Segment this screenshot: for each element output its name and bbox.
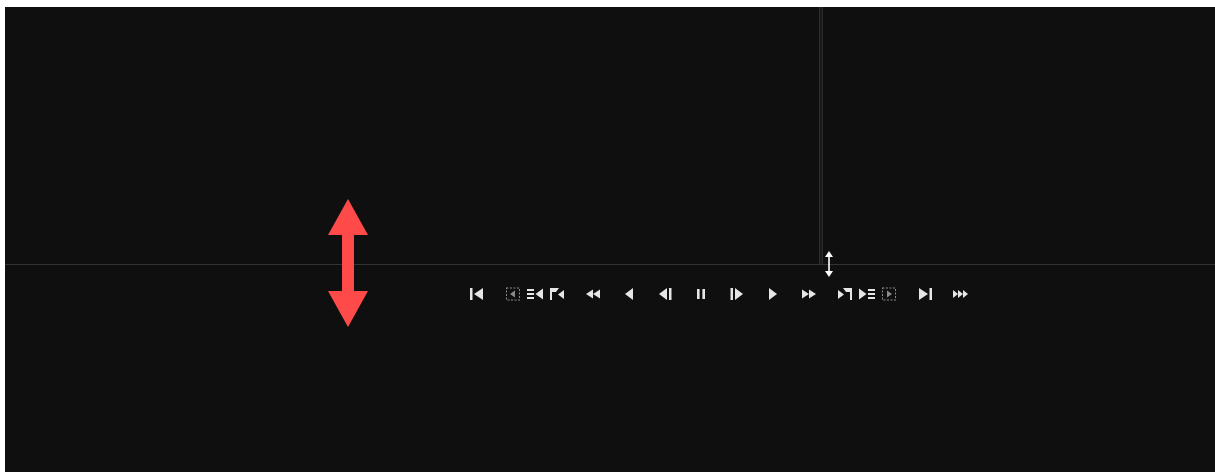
rewind-icon[interactable] [582, 283, 604, 305]
vertical-double-arrow-icon [328, 199, 368, 327]
vertical-resize-cursor-icon [825, 251, 833, 277]
go-to-end-icon[interactable] [914, 283, 936, 305]
previous-edit-icon[interactable] [502, 283, 524, 305]
pause-icon[interactable] [690, 283, 712, 305]
go-to-start-icon[interactable] [466, 283, 488, 305]
source-panel [823, 7, 1215, 264]
play-icon[interactable] [762, 283, 784, 305]
viewer-panel [5, 7, 819, 264]
mark-in-icon[interactable] [524, 283, 546, 305]
next-edit-icon[interactable] [878, 283, 900, 305]
shuttle-forward-icon[interactable] [950, 283, 972, 305]
step-forward-icon[interactable] [726, 283, 748, 305]
fast-forward-icon[interactable] [798, 283, 820, 305]
step-back-icon[interactable] [654, 283, 676, 305]
next-marker-icon[interactable] [834, 283, 856, 305]
transport-controls [466, 283, 972, 305]
editor-window [5, 7, 1215, 472]
previous-marker-icon[interactable] [546, 283, 568, 305]
play-reverse-icon[interactable] [618, 283, 640, 305]
mark-out-icon[interactable] [856, 283, 878, 305]
